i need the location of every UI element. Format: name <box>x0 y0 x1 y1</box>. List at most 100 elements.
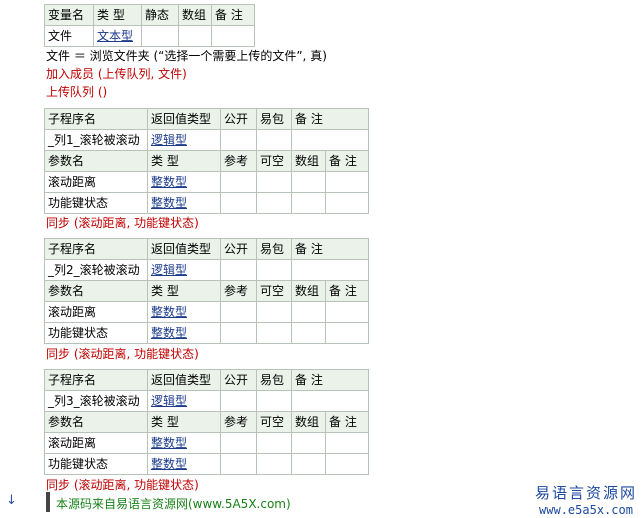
public-cell[interactable] <box>220 259 257 281</box>
param-name-cell[interactable]: 滚动距离 <box>44 171 148 193</box>
param-nullable-cell[interactable] <box>256 453 292 475</box>
sync-call-line[interactable]: 同步 (滚动距离, 功能键状态) <box>46 477 199 493</box>
return-type-cell[interactable]: 逻辑型 <box>147 390 221 412</box>
col-header: 易包 <box>256 369 292 391</box>
col-header: 数组 <box>291 411 326 433</box>
var-array-cell[interactable] <box>178 25 212 47</box>
param-type-cell[interactable]: 整数型 <box>147 192 221 214</box>
param-array-cell[interactable] <box>291 432 326 454</box>
note-cell[interactable] <box>290 259 370 281</box>
col-header: 参数名 <box>44 280 148 302</box>
param-note-cell[interactable] <box>324 192 370 214</box>
text-cursor <box>46 492 50 512</box>
watermark: 易语言资源网 www.e5a5x.com <box>535 482 637 517</box>
code-line-1[interactable]: 文件 ＝ 浏览文件夹 (“选择一个需要上传的文件”, 真) <box>46 48 327 64</box>
return-type-cell[interactable]: 逻辑型 <box>147 129 221 151</box>
subroutine-table: 子程序名 返回值类型 公开 易包 备 注 _列2_滚轮被滚动 逻辑型 参数名 类… <box>44 238 370 344</box>
param-note-cell[interactable] <box>324 432 370 454</box>
param-array-cell[interactable] <box>291 322 326 344</box>
param-array-cell[interactable] <box>291 171 326 193</box>
col-header: 可空 <box>256 411 292 433</box>
col-header: 类 型 <box>147 150 221 172</box>
col-header: 参考 <box>220 280 257 302</box>
col-header: 参数名 <box>44 411 148 433</box>
col-header: 返回值类型 <box>147 369 221 391</box>
param-type-cell[interactable]: 整数型 <box>147 453 221 475</box>
sub-name-cell[interactable]: _列1_滚轮被滚动 <box>44 129 148 151</box>
param-name-cell[interactable]: 功能键状态 <box>44 453 148 475</box>
param-array-cell[interactable] <box>291 192 326 214</box>
code-line-3[interactable]: 上传队列 () <box>46 84 107 100</box>
sub-name-cell[interactable]: _列2_滚轮被滚动 <box>44 259 148 281</box>
param-name-cell[interactable]: 功能键状态 <box>44 192 148 214</box>
col-header: 数组 <box>291 150 326 172</box>
source-comment[interactable]: 本源码来自易语言资源网(www.5A5X.com) <box>56 495 291 512</box>
col-header: 备 注 <box>290 108 370 130</box>
sync-call-line[interactable]: 同步 (滚动距离, 功能键状态) <box>46 346 199 362</box>
sync-call-line[interactable]: 同步 (滚动距离, 功能键状态) <box>46 215 199 231</box>
col-header: 返回值类型 <box>147 238 221 260</box>
col-header: 可空 <box>256 280 292 302</box>
col-header: 子程序名 <box>44 108 148 130</box>
param-ref-cell[interactable] <box>220 192 257 214</box>
col-header: 变量名 <box>44 4 94 26</box>
var-name-cell[interactable]: 文件 <box>44 25 94 47</box>
col-header: 备 注 <box>290 238 370 260</box>
param-nullable-cell[interactable] <box>256 171 292 193</box>
var-static-cell[interactable] <box>141 25 179 47</box>
watermark-cn: 易语言资源网 <box>534 484 637 502</box>
return-type-cell[interactable]: 逻辑型 <box>147 259 221 281</box>
col-header: 备 注 <box>324 280 370 302</box>
note-cell[interactable] <box>290 129 370 151</box>
param-nullable-cell[interactable] <box>256 192 292 214</box>
col-header: 备 注 <box>290 369 370 391</box>
param-nullable-cell[interactable] <box>256 432 292 454</box>
col-header: 参考 <box>220 150 257 172</box>
col-header: 子程序名 <box>44 369 148 391</box>
col-header: 类 型 <box>147 280 221 302</box>
param-name-cell[interactable]: 滚动距离 <box>44 301 148 323</box>
public-cell[interactable] <box>220 129 257 151</box>
easy-pack-cell[interactable] <box>256 259 292 281</box>
var-type-cell[interactable]: 文本型 <box>93 25 142 47</box>
param-ref-cell[interactable] <box>220 301 257 323</box>
col-header: 参数名 <box>44 150 148 172</box>
sub-name-cell[interactable]: _列3_滚轮被滚动 <box>44 390 148 412</box>
public-cell[interactable] <box>220 390 257 412</box>
param-note-cell[interactable] <box>324 453 370 475</box>
param-type-cell[interactable]: 整数型 <box>147 322 221 344</box>
col-header: 类 型 <box>147 411 221 433</box>
param-nullable-cell[interactable] <box>256 322 292 344</box>
code-line-2[interactable]: 加入成员 (上传队列, 文件) <box>46 66 187 82</box>
col-header: 静态 <box>141 4 179 26</box>
col-header: 备 注 <box>211 4 255 26</box>
param-type-cell[interactable]: 整数型 <box>147 301 221 323</box>
param-name-cell[interactable]: 功能键状态 <box>44 322 148 344</box>
subroutine-table: 子程序名 返回值类型 公开 易包 备 注 _列3_滚轮被滚动 逻辑型 参数名 类… <box>44 369 370 475</box>
param-ref-cell[interactable] <box>220 453 257 475</box>
param-note-cell[interactable] <box>324 322 370 344</box>
param-ref-cell[interactable] <box>220 322 257 344</box>
col-header: 数组 <box>291 280 326 302</box>
col-header: 易包 <box>256 108 292 130</box>
subroutine-table: 子程序名 返回值类型 公开 易包 备 注 _列1_滚轮被滚动 逻辑型 参数名 类… <box>44 108 370 214</box>
param-ref-cell[interactable] <box>220 171 257 193</box>
param-array-cell[interactable] <box>291 453 326 475</box>
easy-pack-cell[interactable] <box>256 129 292 151</box>
note-cell[interactable] <box>290 390 370 412</box>
col-header: 子程序名 <box>44 238 148 260</box>
param-ref-cell[interactable] <box>220 432 257 454</box>
param-type-cell[interactable]: 整数型 <box>147 432 221 454</box>
param-type-cell[interactable]: 整数型 <box>147 171 221 193</box>
param-nullable-cell[interactable] <box>256 301 292 323</box>
param-note-cell[interactable] <box>324 171 370 193</box>
param-note-cell[interactable] <box>324 301 370 323</box>
col-header: 备 注 <box>324 411 370 433</box>
easy-pack-cell[interactable] <box>256 390 292 412</box>
param-name-cell[interactable]: 滚动距离 <box>44 432 148 454</box>
col-header: 返回值类型 <box>147 108 221 130</box>
col-header: 公开 <box>220 108 257 130</box>
col-header: 数组 <box>178 4 212 26</box>
param-array-cell[interactable] <box>291 301 326 323</box>
var-note-cell[interactable] <box>211 25 255 47</box>
